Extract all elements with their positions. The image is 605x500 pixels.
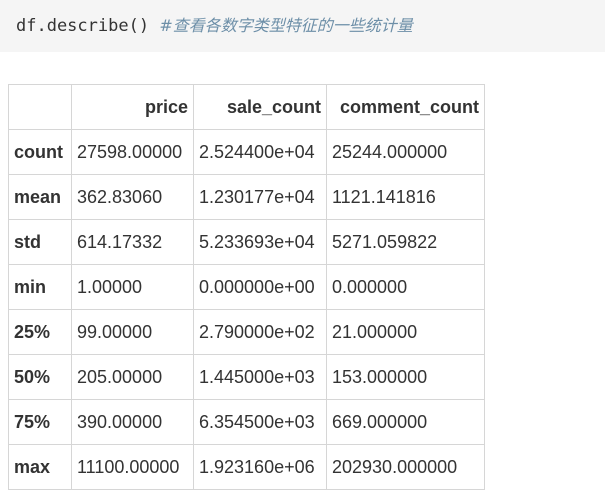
row-label: 75% (8, 399, 72, 445)
code-statement: df.describe() (16, 16, 150, 36)
table-cell: 1.923160e+06 (193, 444, 327, 490)
table-cell: 1121.141816 (326, 174, 485, 220)
header-row: price sale_count comment_count (8, 84, 485, 130)
table-cell: 0.000000e+00 (193, 264, 327, 310)
table-cell: 2.790000e+02 (193, 309, 327, 355)
table-cell: 25244.000000 (326, 129, 485, 175)
table-body: count 27598.00000 2.524400e+04 25244.000… (8, 129, 485, 490)
table-row: 50% 205.00000 1.445000e+03 153.000000 (8, 354, 485, 400)
table-cell: 21.000000 (326, 309, 485, 355)
table-cell: 0.000000 (326, 264, 485, 310)
table-cell: 1.445000e+03 (193, 354, 327, 400)
table-row: count 27598.00000 2.524400e+04 25244.000… (8, 129, 485, 175)
row-label: max (8, 444, 72, 490)
column-header-price: price (71, 84, 194, 130)
table-cell: 1.00000 (71, 264, 194, 310)
table-cell: 2.524400e+04 (193, 129, 327, 175)
column-header-sale-count: sale_count (193, 84, 327, 130)
row-label: mean (8, 174, 72, 220)
code-cell[interactable]: df.describe() #查看各数字类型特征的一些统计量 (0, 0, 605, 52)
table-cell: 614.17332 (71, 219, 194, 265)
index-corner (8, 84, 72, 130)
table-header: price sale_count comment_count (8, 84, 485, 130)
row-label: 50% (8, 354, 72, 400)
table-cell: 11100.00000 (71, 444, 194, 490)
table-cell: 362.83060 (71, 174, 194, 220)
row-label: std (8, 219, 72, 265)
table-cell: 6.354500e+03 (193, 399, 327, 445)
table-cell: 1.230177e+04 (193, 174, 327, 220)
code-comment: #查看各数字类型特征的一些统计量 (159, 16, 413, 35)
table-row: mean 362.83060 1.230177e+04 1121.141816 (8, 174, 485, 220)
table-row: 75% 390.00000 6.354500e+03 669.000000 (8, 399, 485, 445)
table-cell: 390.00000 (71, 399, 194, 445)
table-cell: 99.00000 (71, 309, 194, 355)
row-label: 25% (8, 309, 72, 355)
table-row: 25% 99.00000 2.790000e+02 21.000000 (8, 309, 485, 355)
table-cell: 202930.000000 (326, 444, 485, 490)
table-cell: 5271.059822 (326, 219, 485, 265)
table-row: max 11100.00000 1.923160e+06 202930.0000… (8, 444, 485, 490)
column-header-comment-count: comment_count (326, 84, 485, 130)
table-cell: 205.00000 (71, 354, 194, 400)
table-cell: 27598.00000 (71, 129, 194, 175)
table-cell: 5.233693e+04 (193, 219, 327, 265)
describe-table: price sale_count comment_count count 275… (8, 84, 485, 490)
table-cell: 669.000000 (326, 399, 485, 445)
row-label: min (8, 264, 72, 310)
row-label: count (8, 129, 72, 175)
table-row: min 1.00000 0.000000e+00 0.000000 (8, 264, 485, 310)
table-row: std 614.17332 5.233693e+04 5271.059822 (8, 219, 485, 265)
table-cell: 153.000000 (326, 354, 485, 400)
